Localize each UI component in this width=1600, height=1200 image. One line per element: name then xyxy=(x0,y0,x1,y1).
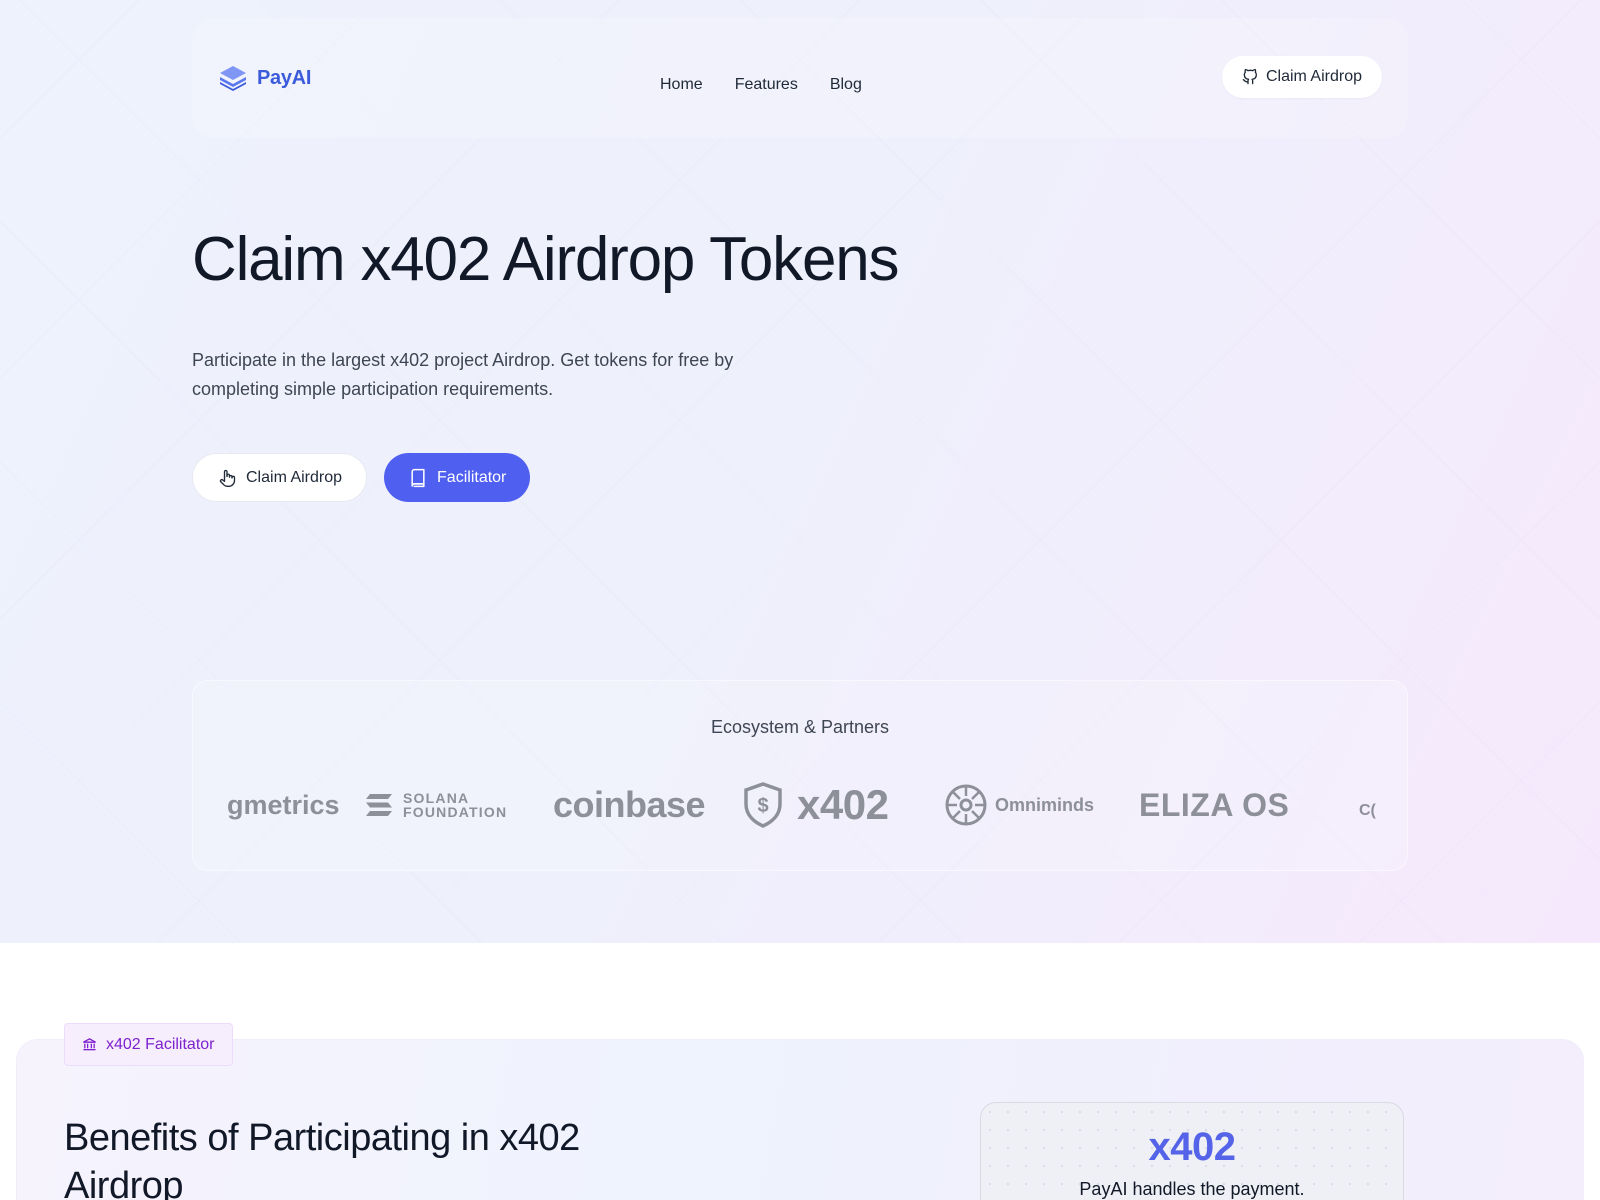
x402-card-title: x402 xyxy=(1148,1125,1236,1169)
partner-logo-omniminds: Omniminds xyxy=(943,777,1094,833)
x402-facilitator-badge: x402 Facilitator xyxy=(64,1023,233,1066)
nav-claim-airdrop-button[interactable]: Claim Airdrop xyxy=(1221,56,1382,98)
book-icon xyxy=(411,468,425,487)
logo[interactable]: PayAI xyxy=(218,64,311,92)
solana-icon xyxy=(366,794,392,816)
nav-cta-label: Claim Airdrop xyxy=(1265,68,1362,85)
nav-link-blog[interactable]: Blog xyxy=(830,76,862,94)
navbar: PayAI Home Features Blog Claim Airdrop xyxy=(192,18,1408,138)
partner-logo-gmetrics: gmetrics xyxy=(227,789,340,820)
hero-section: PayAI Home Features Blog Claim Airdrop C… xyxy=(0,0,1600,943)
bank-icon xyxy=(83,1038,96,1051)
partner-logo-x402: $ x402 xyxy=(743,777,889,833)
partner-logo-solana-foundation: SOLANA FOUNDATION xyxy=(365,777,507,833)
badge-label: x402 Facilitator xyxy=(106,1035,215,1053)
claim-airdrop-label: Claim Airdrop xyxy=(246,468,343,486)
partners-title: Ecosystem & Partners xyxy=(710,717,890,737)
hero-subtitle: Participate in the largest x402 project … xyxy=(192,350,734,399)
brain-icon xyxy=(945,784,987,826)
svg-text:$: $ xyxy=(757,795,768,817)
partners-panel: Ecosystem & Partners gmetrics SOLANA FOU… xyxy=(192,680,1408,871)
x402-card: x402 PayAI handles the payment. xyxy=(980,1102,1404,1200)
claim-airdrop-button[interactable]: Claim Airdrop xyxy=(192,453,368,502)
dollar-shield-icon: $ xyxy=(744,782,782,828)
facilitator-label: Facilitator xyxy=(437,468,507,486)
hero-buttons: Claim Airdrop Facilitator xyxy=(192,453,531,502)
partner-logo-elizaos: ELIZA OS xyxy=(1139,786,1290,823)
logo-text: PayAI xyxy=(257,66,312,89)
hero-title: Claim x402 Airdrop Tokens xyxy=(192,225,900,294)
x402-card-subtitle: PayAI handles the payment. xyxy=(1079,1179,1305,1199)
partner-logo-coinbase: coinbase xyxy=(553,784,706,825)
partner-logo-partial: C( xyxy=(1359,802,1376,819)
nav-link-home[interactable]: Home xyxy=(660,76,703,94)
nav-links: Home Features Blog xyxy=(660,76,862,94)
nav-link-features[interactable]: Features xyxy=(735,76,798,94)
layers-logo-icon xyxy=(220,66,246,91)
github-icon xyxy=(1242,69,1257,85)
benefits-title: Benefits of Participating in x402 Airdro… xyxy=(64,1117,580,1200)
pointer-hand-icon xyxy=(219,469,236,487)
partner-logos-marquee: gmetrics SOLANA FOUNDATION coinbase $ x4… xyxy=(227,777,1377,837)
facilitator-button[interactable]: Facilitator xyxy=(384,453,531,502)
